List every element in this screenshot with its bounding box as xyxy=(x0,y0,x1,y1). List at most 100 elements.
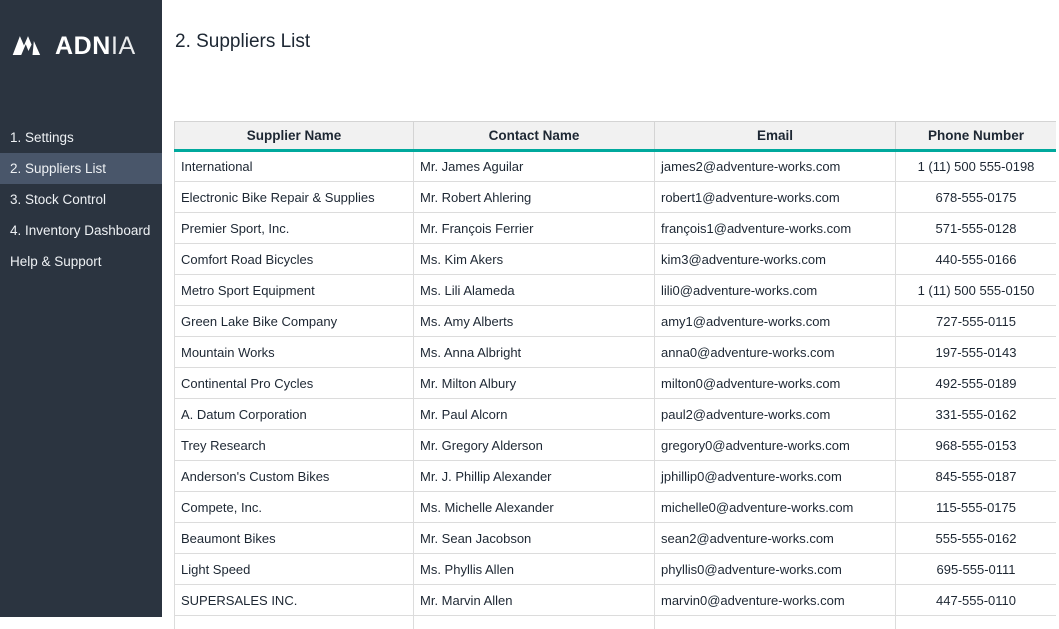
cell-supplier-name[interactable]: SUPERSALES INC. xyxy=(175,585,414,616)
cell-supplier-name[interactable]: Compete, Inc. xyxy=(175,492,414,523)
cell-email[interactable]: jphillip0@adventure-works.com xyxy=(655,461,896,492)
cell-supplier-name[interactable]: Beaumont Bikes xyxy=(175,523,414,554)
app-window: ADNIA 1. Settings 2. Suppliers List 3. S… xyxy=(0,0,1059,629)
cell-contact-name[interactable]: Mr. Marvin Allen xyxy=(414,585,655,616)
table-row[interactable]: Metro Sport EquipmentMs. Lili Alamedalil… xyxy=(175,275,1057,306)
cell-contact-name[interactable]: Ms. Phyllis Allen xyxy=(414,554,655,585)
brand-logo: ADNIA xyxy=(0,24,162,68)
suppliers-table: Supplier Name Contact Name Email Phone N… xyxy=(174,121,1056,629)
cell-email[interactable]: paul2@adventure-works.com xyxy=(655,399,896,430)
cell-phone-number[interactable]: 331-555-0162 xyxy=(896,399,1057,430)
table-row[interactable]: Trey ResearchMr. Gregory Aldersongregory… xyxy=(175,430,1057,461)
cell-supplier-name[interactable]: International xyxy=(175,151,414,182)
column-header-supplier-name[interactable]: Supplier Name xyxy=(175,122,414,151)
cell-email[interactable]: gregory0@adventure-works.com xyxy=(655,430,896,461)
table-row[interactable]: Premier Sport, Inc.Mr. François Ferrierf… xyxy=(175,213,1057,244)
sidebar-item-inventory-dashboard[interactable]: 4. Inventory Dashboard xyxy=(0,215,162,246)
cell-email[interactable]: lili0@adventure-works.com xyxy=(655,275,896,306)
cell-contact-name[interactable]: Ms. Michelle Alexander xyxy=(414,492,655,523)
cell-supplier-name[interactable]: Metro Sport Equipment xyxy=(175,275,414,306)
brand-name: ADNIA xyxy=(55,34,136,59)
table-row[interactable]: Mountain WorksMs. Anna Albrightanna0@adv… xyxy=(175,337,1057,368)
table-row[interactable]: Beaumont BikesMr. Sean Jacobsonsean2@adv… xyxy=(175,523,1057,554)
cell-phone-number[interactable]: 440-555-0166 xyxy=(896,244,1057,275)
cell-email[interactable]: marvin0@adventure-works.com xyxy=(655,585,896,616)
cell-email[interactable]: anna0@adventure-works.com xyxy=(655,337,896,368)
cell-contact-name[interactable]: Mr. Milton Albury xyxy=(414,368,655,399)
table-row[interactable]: Continental Pro CyclesMr. Milton Alburym… xyxy=(175,368,1057,399)
cell-contact-name[interactable]: Mr. James Aguilar xyxy=(414,151,655,182)
brand-name-light: IA xyxy=(111,32,136,60)
table-row[interactable]: A. Datum CorporationMr. Paul Alcornpaul2… xyxy=(175,399,1057,430)
cell-email[interactable]: kim3@adventure-works.com xyxy=(655,244,896,275)
cell-contact-name[interactable]: Mr. François Ferrier xyxy=(414,213,655,244)
cell-email[interactable]: phyllis0@adventure-works.com xyxy=(655,554,896,585)
cell-phone-number[interactable] xyxy=(896,616,1057,629)
cell-supplier-name[interactable]: Continental Pro Cycles xyxy=(175,368,414,399)
cell-email[interactable]: james2@adventure-works.com xyxy=(655,151,896,182)
cell-contact-name[interactable]: Ms. Anna Albright xyxy=(414,337,655,368)
cell-phone-number[interactable]: 492-555-0189 xyxy=(896,368,1057,399)
cell-supplier-name[interactable]: Electronic Bike Repair & Supplies xyxy=(175,182,414,213)
sidebar-item-stock-control[interactable]: 3. Stock Control xyxy=(0,184,162,215)
cell-phone-number[interactable]: 695-555-0111 xyxy=(896,554,1057,585)
cell-contact-name[interactable]: Mr. Paul Alcorn xyxy=(414,399,655,430)
cell-contact-name[interactable]: Ms. Kim Akers xyxy=(414,244,655,275)
table-row[interactable]: Green Lake Bike CompanyMs. Amy Albertsam… xyxy=(175,306,1057,337)
sidebar-nav: 1. Settings 2. Suppliers List 3. Stock C… xyxy=(0,122,162,277)
cell-contact-name[interactable]: Ms. Amy Alberts xyxy=(414,306,655,337)
table-row[interactable]: SUPERSALES INC.Mr. Marvin Allenmarvin0@a… xyxy=(175,585,1057,616)
cell-phone-number[interactable]: 1 (11) 500 555-0150 xyxy=(896,275,1057,306)
cell-phone-number[interactable]: 968-555-0153 xyxy=(896,430,1057,461)
cell-phone-number[interactable]: 115-555-0175 xyxy=(896,492,1057,523)
cell-phone-number[interactable]: 555-555-0162 xyxy=(896,523,1057,554)
table-header: Supplier Name Contact Name Email Phone N… xyxy=(175,122,1057,151)
table-row[interactable] xyxy=(175,616,1057,629)
cell-supplier-name[interactable] xyxy=(175,616,414,629)
sidebar-item-suppliers-list[interactable]: 2. Suppliers List xyxy=(0,153,162,184)
cell-contact-name[interactable]: Mr. Sean Jacobson xyxy=(414,523,655,554)
table-row[interactable]: Electronic Bike Repair & SuppliesMr. Rob… xyxy=(175,182,1057,213)
brand-name-bold: ADN xyxy=(55,32,111,60)
column-header-email[interactable]: Email xyxy=(655,122,896,151)
table-row[interactable]: InternationalMr. James Aguilarjames2@adv… xyxy=(175,151,1057,182)
sidebar-item-label: Help & Support xyxy=(10,254,102,269)
cell-email[interactable]: robert1@adventure-works.com xyxy=(655,182,896,213)
cell-phone-number[interactable]: 571-555-0128 xyxy=(896,213,1057,244)
cell-email[interactable]: amy1@adventure-works.com xyxy=(655,306,896,337)
cell-email[interactable]: françois1@adventure-works.com xyxy=(655,213,896,244)
cell-phone-number[interactable]: 1 (11) 500 555-0198 xyxy=(896,151,1057,182)
cell-supplier-name[interactable]: Green Lake Bike Company xyxy=(175,306,414,337)
sidebar-item-help-support[interactable]: Help & Support xyxy=(0,246,162,277)
cell-email[interactable]: milton0@adventure-works.com xyxy=(655,368,896,399)
cell-email[interactable]: sean2@adventure-works.com xyxy=(655,523,896,554)
table-row[interactable]: Comfort Road BicyclesMs. Kim Akerskim3@a… xyxy=(175,244,1057,275)
cell-supplier-name[interactable]: Trey Research xyxy=(175,430,414,461)
cell-phone-number[interactable]: 678-555-0175 xyxy=(896,182,1057,213)
cell-supplier-name[interactable]: Premier Sport, Inc. xyxy=(175,213,414,244)
cell-supplier-name[interactable]: Comfort Road Bicycles xyxy=(175,244,414,275)
cell-phone-number[interactable]: 197-555-0143 xyxy=(896,337,1057,368)
cell-phone-number[interactable]: 727-555-0115 xyxy=(896,306,1057,337)
cell-supplier-name[interactable]: Light Speed xyxy=(175,554,414,585)
cell-phone-number[interactable]: 845-555-0187 xyxy=(896,461,1057,492)
column-header-phone-number[interactable]: Phone Number xyxy=(896,122,1057,151)
cell-supplier-name[interactable]: A. Datum Corporation xyxy=(175,399,414,430)
cell-contact-name[interactable]: Ms. Lili Alameda xyxy=(414,275,655,306)
cell-phone-number[interactable]: 447-555-0110 xyxy=(896,585,1057,616)
cell-supplier-name[interactable]: Mountain Works xyxy=(175,337,414,368)
column-header-contact-name[interactable]: Contact Name xyxy=(414,122,655,151)
suppliers-table-container: Supplier Name Contact Name Email Phone N… xyxy=(174,121,1056,629)
sidebar-item-settings[interactable]: 1. Settings xyxy=(0,122,162,153)
table-row[interactable]: Anderson's Custom BikesMr. J. Phillip Al… xyxy=(175,461,1057,492)
table-row[interactable]: Compete, Inc.Ms. Michelle Alexandermiche… xyxy=(175,492,1057,523)
cell-email[interactable] xyxy=(655,616,896,629)
table-row[interactable]: Light SpeedMs. Phyllis Allenphyllis0@adv… xyxy=(175,554,1057,585)
cell-contact-name[interactable]: Mr. J. Phillip Alexander xyxy=(414,461,655,492)
cell-email[interactable]: michelle0@adventure-works.com xyxy=(655,492,896,523)
cell-supplier-name[interactable]: Anderson's Custom Bikes xyxy=(175,461,414,492)
cell-contact-name[interactable] xyxy=(414,616,655,629)
sidebar-item-label: 2. Suppliers List xyxy=(10,161,106,176)
cell-contact-name[interactable]: Mr. Robert Ahlering xyxy=(414,182,655,213)
cell-contact-name[interactable]: Mr. Gregory Alderson xyxy=(414,430,655,461)
